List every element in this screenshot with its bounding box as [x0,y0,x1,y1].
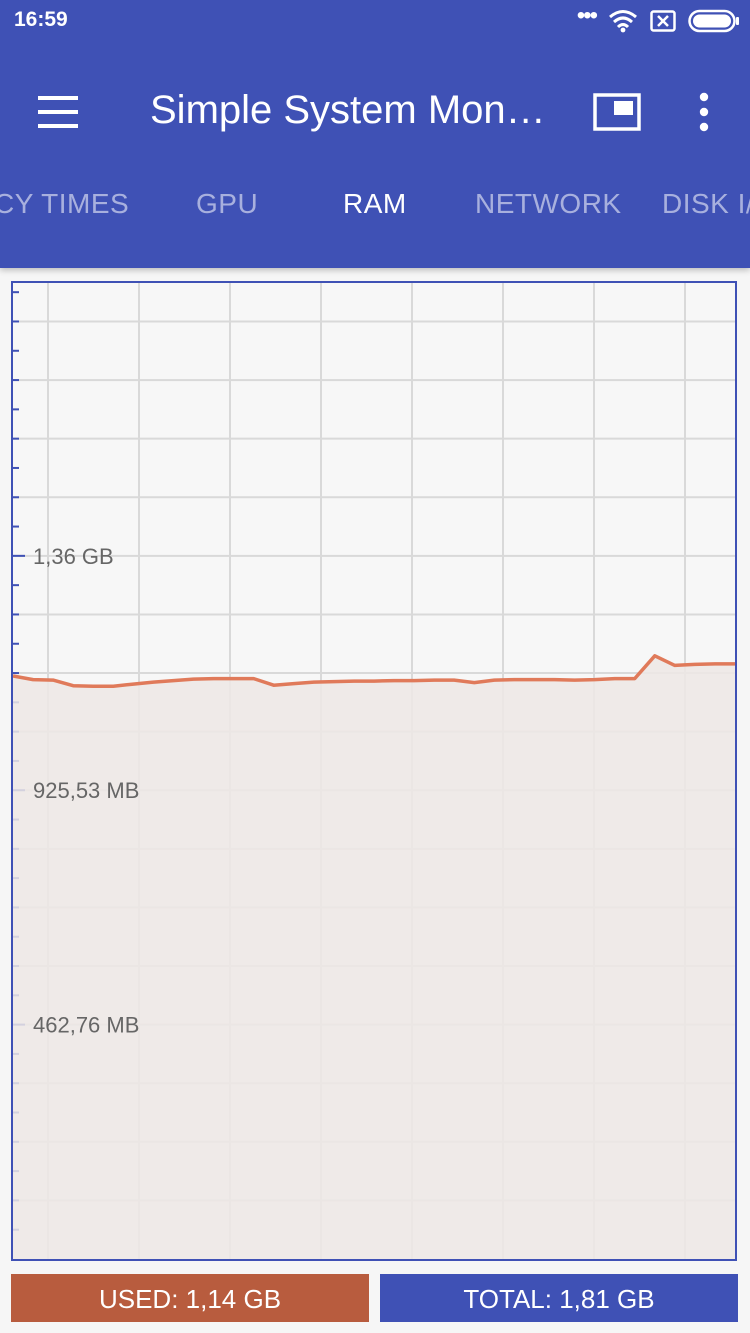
dots-icon: ••• [576,2,598,29]
tab-network[interactable]: NETWORK [475,188,622,220]
y-tick-label: 1,36 GB [33,544,114,569]
app-title: Simple System Mon… [150,88,546,132]
tab-gpu[interactable]: GPU [196,188,258,220]
tab-frequency-times[interactable]: CY TIMES [0,188,129,220]
tab-bar: CY TIMES GPU RAM NETWORK DISK I/ [0,188,750,252]
series-area [13,655,735,1259]
status-time: 16:59 [14,8,68,31]
app-bar: 16:59 ••• Simple System Mon… CY TIMES GP… [0,0,750,268]
more-vert-icon[interactable] [688,90,720,134]
picture-in-picture-icon[interactable] [592,92,642,132]
ram-chart: 1,36 GB 925,53 MB 462,76 MB [11,281,737,1261]
wifi-icon [609,10,637,33]
y-tick-label: 462,76 MB [33,1013,139,1038]
battery-icon [688,9,739,33]
tab-ram[interactable]: RAM [343,188,407,220]
y-tick-label: 925,53 MB [33,778,139,803]
total-memory-button[interactable]: TOTAL: 1,81 GB [380,1274,738,1322]
tab-disk-io[interactable]: DISK I/ [662,188,750,220]
hamburger-menu-icon[interactable] [30,88,84,136]
toolbar: Simple System Mon… [0,64,750,160]
status-icons: ••• [576,2,740,36]
used-memory-button[interactable]: USED: 1,14 GB [11,1274,369,1322]
sim-off-icon [650,10,676,32]
ram-chart-svg: 1,36 GB 925,53 MB 462,76 MB [13,283,735,1259]
